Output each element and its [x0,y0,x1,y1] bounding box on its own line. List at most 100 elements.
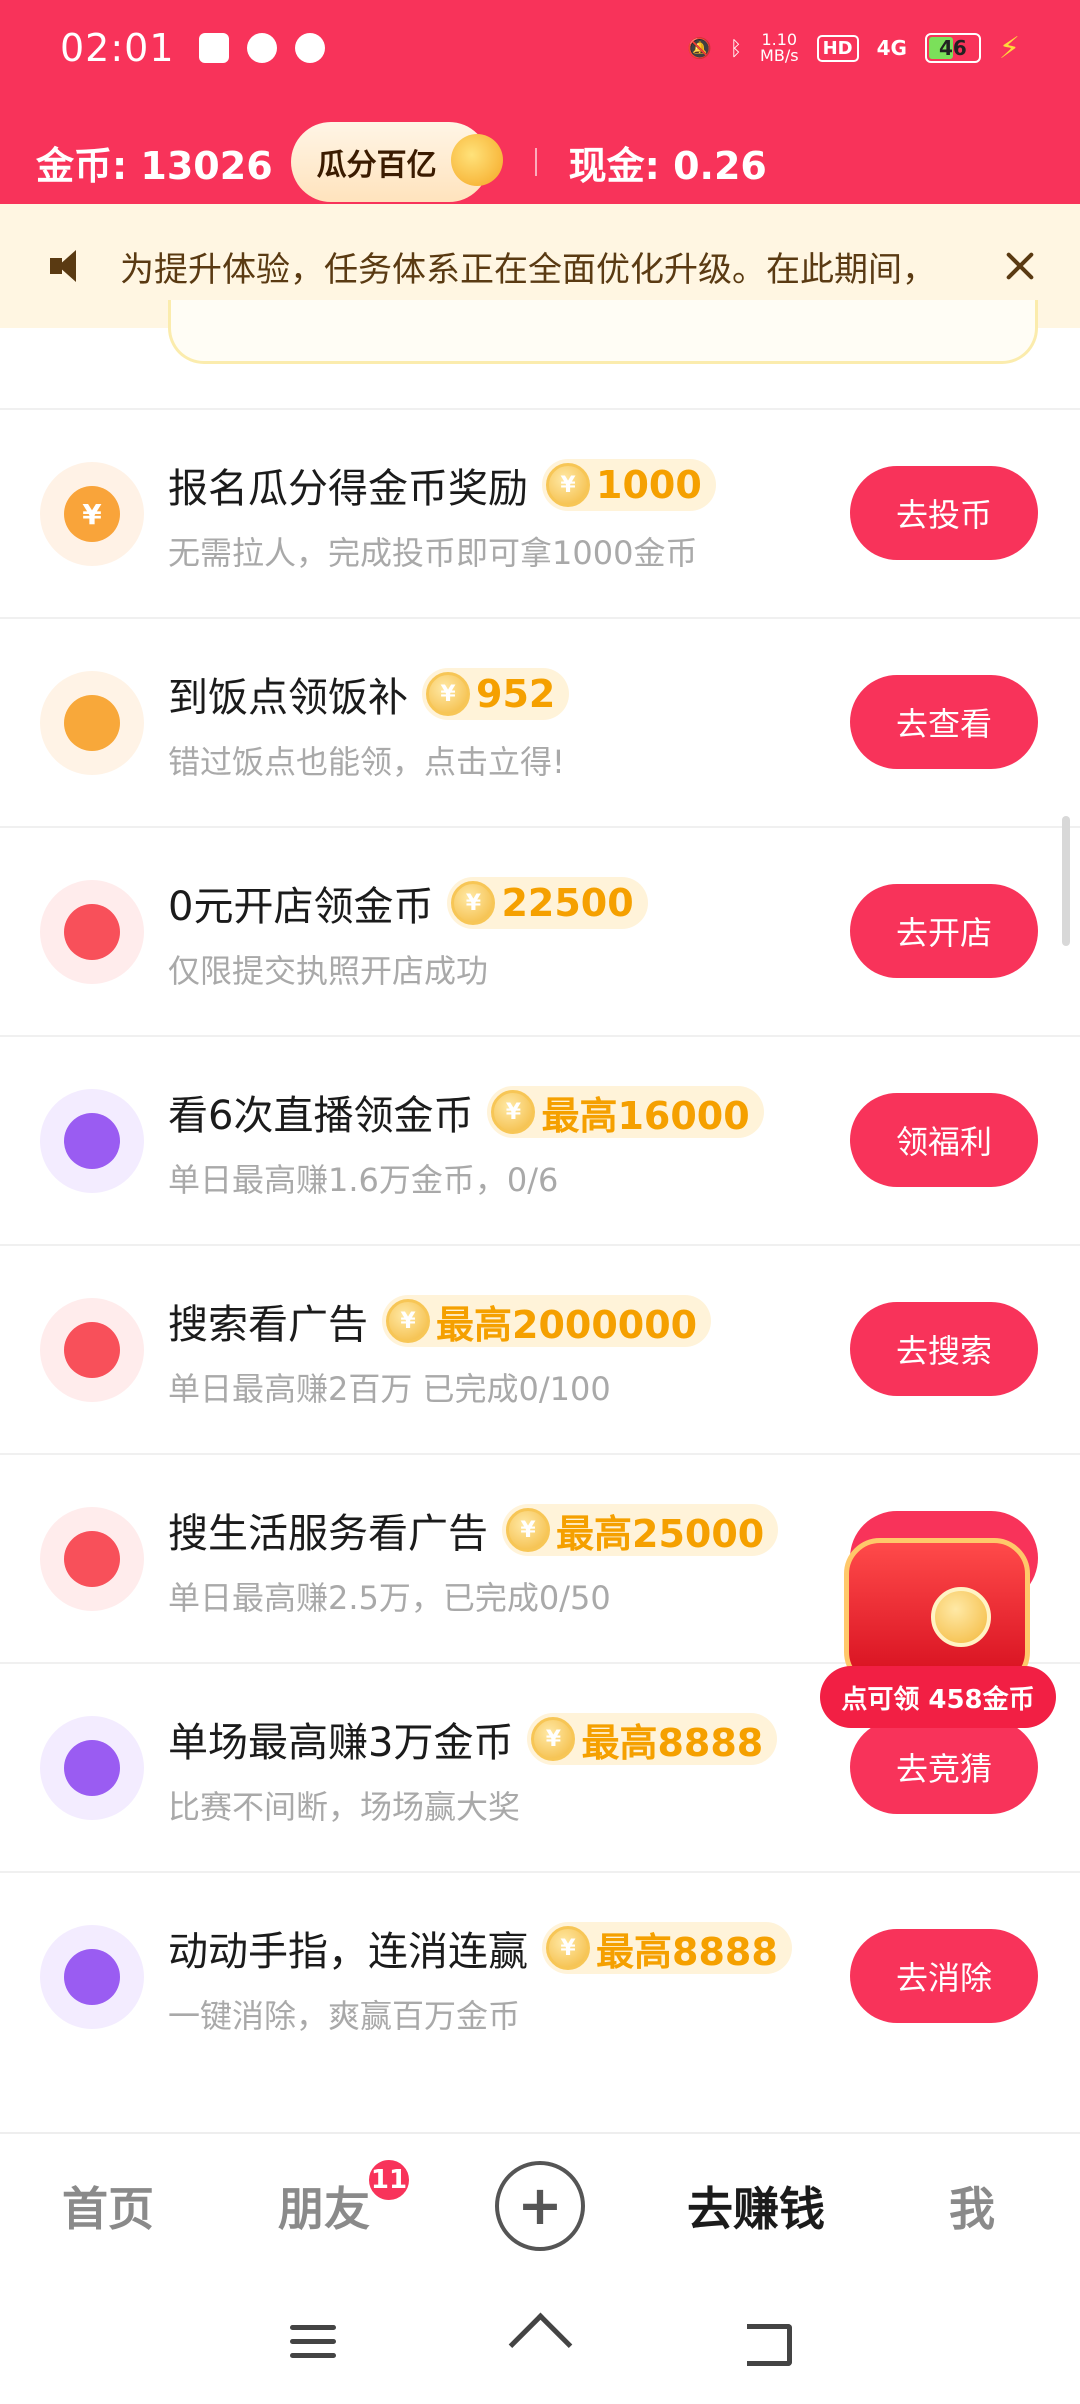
nav-earn[interactable]: 去赚钱 [648,2133,864,2279]
task-icon-bg [40,1089,144,1193]
task-subtitle: 无需拉人，完成投币即可拿1000金币 [168,534,698,572]
task-title: 看6次直播领金币 [168,1093,474,1139]
task-action-button[interactable]: 去查看 [850,675,1038,769]
rice-bowl-icon [64,695,120,751]
task-title-line: 0元开店领金币 ¥ 22500 [168,874,648,932]
charging-icon: ⚡ [998,30,1020,66]
friends-badge: 11 [366,2157,412,2203]
coin-icon: ¥ [506,1508,550,1552]
coin-icon: ¥ [546,1926,590,1970]
task-icon-bg [40,880,144,984]
coin-icon: ¥ [451,881,496,925]
reward-amount: 最高16000 [541,1093,750,1138]
coin-decoration-icon [450,134,503,186]
coin-icon: ¥ [426,672,470,716]
task-title-line: 单场最高赚3万金币 ¥ 最高8888 [168,1710,778,1768]
close-icon[interactable] [1000,246,1040,286]
search-play-icon [64,1531,120,1587]
task-title: 搜索看广告 [168,1302,368,1348]
task-icon-bg [40,671,144,775]
menu-icon[interactable] [283,2316,343,2366]
reward-amount: 最高2000000 [436,1302,698,1347]
task-title-line: 到饭点领饭补 ¥ 952 [168,665,570,723]
task-subtitle: 一键消除，爽赢百万金币 [168,1997,521,2035]
reward-amount: 22500 [501,881,634,925]
floating-reward[interactable]: 点可领 458金币 [820,1538,1060,1758]
task-title: 搜生活服务看广告 [168,1511,488,1557]
yuan-coin-icon: ¥ [64,486,120,542]
reward-amount: 最高8888 [596,1929,778,1974]
task-subtitle: 单日最高赚1.6万金币，0/6 [168,1161,559,1199]
reward-amount: 1000 [596,463,702,507]
message-icon [246,33,277,63]
task-row: 0元开店领金币 ¥ 22500 仅限提交执照开店成功 去开店 [0,826,1080,1035]
coin-icon: ¥ [546,463,590,507]
scrollbar[interactable] [1062,816,1070,946]
speaker-icon [48,246,88,286]
back-icon[interactable] [737,2316,797,2366]
battery-level: 46 [939,36,967,60]
task-action-button[interactable]: 领福利 [850,1093,1038,1187]
reward-pill: ¥ 22500 [447,877,648,929]
yuan-coin-icon [931,1587,991,1647]
task-action-button[interactable]: 去搜索 [850,1302,1038,1396]
pacman-icon [64,1949,120,2005]
task-action-button[interactable]: 去开店 [850,884,1038,978]
task-subtitle: 单日最高赚2.5万，已完成0/50 [168,1579,611,1617]
mute-icon: 🔕 [687,36,713,60]
task-subtitle: 错过饭点也能领，点击立得! [168,743,565,781]
battery-icon: 46 [924,33,981,63]
task-subtitle: 仅限提交执照开店成功 [168,952,489,990]
task-action-button[interactable]: 去投币 [850,466,1038,560]
task-row: 动动手指，连消连赢 ¥ 最高8888 一键消除，爽赢百万金币 去消除 [0,1871,1080,2080]
coin-icon: ¥ [386,1299,430,1343]
notification-icons [198,33,325,63]
task-title-line: 动动手指，连消连赢 ¥ 最高8888 [168,1919,792,1977]
status-right: 🔕 ᛒ 1.10 MB/s HD 4G 46 ⚡ [687,31,1020,66]
reward-amount: 最高8888 [581,1720,764,1765]
hd-icon: HD [816,34,859,62]
system-nav [0,2278,1080,2404]
reward-pill: ¥ 最高25000 [502,1504,779,1556]
status-bar: 02:01 🔕 ᛒ 1.10 MB/s HD 4G 46 ⚡ [0,0,1080,96]
task-icon-bg [40,1507,144,1611]
coin-balance[interactable]: 金币: 13026 [36,135,273,190]
task-row: 到饭点领饭补 ¥ 952 错过饭点也能领，点击立得! 去查看 [0,617,1080,826]
task-title: 单场最高赚3万金币 [168,1720,514,1766]
qq-icon [294,33,325,63]
coin-icon: ¥ [491,1090,536,1134]
task-title-line: 搜生活服务看广告 ¥ 最高25000 [168,1501,779,1559]
task-row: ¥ 报名瓜分得金币奖励 ¥ 1000 无需拉人，完成投币即可拿1000金币 去投… [0,408,1080,617]
reward-pill: ¥ 1000 [542,459,716,511]
signal-icon: 4G [876,36,907,60]
nav-home[interactable]: 首页 [0,2133,216,2279]
nav-friends[interactable]: 朋友 11 [216,2133,432,2279]
nav-me[interactable]: 我 [864,2133,1080,2279]
reward-pill: ¥ 最高16000 [487,1086,764,1138]
balance-row: 金币: 13026 瓜分百亿 现金: 0.26 [0,120,1080,204]
guafen-button[interactable]: 瓜分百亿 [290,122,503,202]
task-action-button[interactable]: 去消除 [850,1929,1038,2023]
app-notification-icon [198,33,229,63]
reward-pill: ¥ 952 [422,668,570,720]
reward-pill: ¥ 最高8888 [527,1713,778,1765]
reward-pill: ¥ 最高2000000 [382,1295,712,1347]
shop-icon [64,904,120,960]
task-title: 动动手指，连消连赢 [168,1929,528,1975]
cash-balance[interactable]: 现金: 0.26 [569,135,767,190]
bottom-nav: 首页 朋友 11 + 去赚钱 我 [0,2132,1080,2278]
divider [534,148,537,176]
reward-pill: ¥ 最高8888 [542,1922,792,1974]
network-speed-unit: MB/s [760,46,799,65]
nav-create[interactable]: + [432,2133,648,2279]
search-play-icon [64,1322,120,1378]
task-row: 搜索看广告 ¥ 最高2000000 单日最高赚2百万 已完成0/100 去搜索 [0,1244,1080,1453]
previous-card-edge [168,300,1038,364]
task-icon-bg [40,1716,144,1820]
guafen-label: 瓜分百亿 [316,148,437,183]
plus-glyph: + [517,2174,563,2237]
video-camera-icon [64,1113,120,1169]
pacman-icon [64,1740,120,1796]
home-icon[interactable] [510,2316,570,2366]
bluetooth-icon: ᛒ [730,36,743,60]
